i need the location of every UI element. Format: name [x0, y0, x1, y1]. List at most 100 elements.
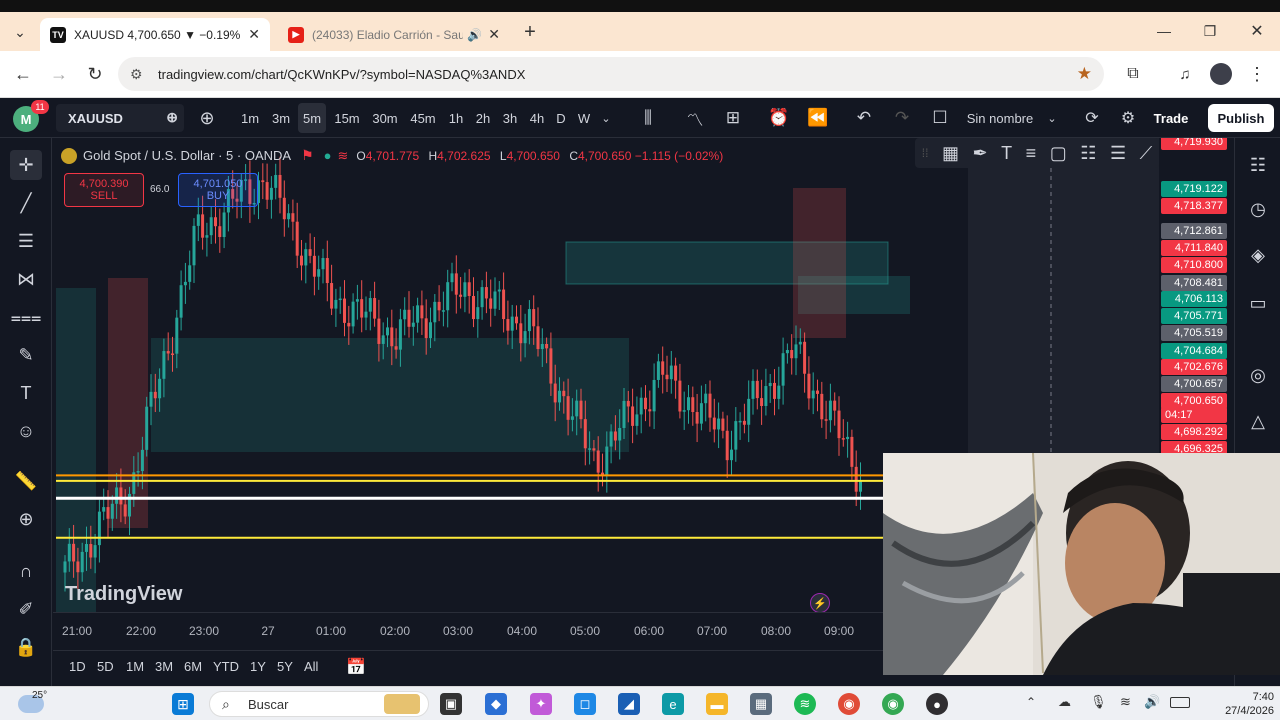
bookmark-star-icon[interactable]: ★ [1077, 64, 1092, 84]
taskbar-search[interactable]: ⌕ Buscar [209, 691, 429, 717]
watchlist-icon[interactable]: ☷ [1243, 150, 1273, 180]
forward-icon[interactable]: → [46, 61, 72, 87]
interval-1h[interactable]: 1h [446, 98, 466, 138]
range-5d[interactable]: 5D [97, 659, 114, 674]
date-range-calendar-icon[interactable]: 📅 [346, 657, 366, 677]
copilot-icon[interactable]: ✦ [530, 693, 552, 715]
interval-4h[interactable]: 4h [527, 98, 547, 138]
new-tab-button[interactable]: + [518, 20, 542, 44]
range-6m[interactable]: 6M [184, 659, 202, 674]
trade-button[interactable]: Trade [1147, 104, 1195, 132]
horizontal-lines-icon[interactable]: ☰ [10, 226, 42, 256]
interval-3h[interactable]: 3h [500, 98, 520, 138]
tab-search-chevron-icon[interactable]: ⌄ [8, 20, 32, 44]
buy-button[interactable]: 4,701.050 BUY [178, 173, 258, 207]
range-3m[interactable]: 3M [155, 659, 173, 674]
undo-icon[interactable]: ↶ [852, 98, 876, 138]
pattern-icon[interactable]: ⋈ [10, 264, 42, 294]
brush-icon[interactable]: ✎ [10, 340, 42, 370]
symbol-search[interactable]: XAUUSD ⊕ [56, 104, 184, 132]
tab-tradingview[interactable]: TV XAUUSD 4,700.650 ▼ −0.19% S ✕ [40, 18, 270, 51]
app-square-icon[interactable]: ◻ [574, 693, 596, 715]
sell-button[interactable]: 4,700.390 SELL [64, 173, 144, 207]
lock-icon[interactable]: 🔒 [10, 632, 42, 662]
interval-3m[interactable]: 3m [269, 98, 293, 138]
indicators-icon[interactable]: 〽 [683, 98, 707, 138]
extensions-icon[interactable]: ⧉ [1120, 61, 1146, 87]
rectangle-icon[interactable]: ▢ [1050, 143, 1067, 164]
zoom-in-icon[interactable]: ⊕ [10, 504, 42, 534]
lock-draw-icon[interactable]: ✐ [10, 594, 42, 624]
text-tool-icon[interactable]: T [10, 378, 42, 408]
layers-icon[interactable]: ◈ [1243, 240, 1273, 270]
tray-app-icon[interactable]: ☁ [1058, 694, 1071, 710]
list-icon[interactable]: ☷ [1080, 143, 1096, 164]
reload-icon[interactable]: ↻ [82, 61, 108, 87]
emoji-icon[interactable]: ☺ [10, 416, 42, 446]
spotify-icon[interactable]: ≋ [794, 693, 816, 715]
interval-d[interactable]: D [554, 98, 568, 138]
layout-dropdown-icon[interactable]: ⌄ [1044, 98, 1060, 138]
range-1m[interactable]: 1M [126, 659, 144, 674]
calculator-icon[interactable]: ▦ [750, 693, 772, 715]
trendline-icon[interactable]: ╱ [10, 188, 42, 218]
alert-icon[interactable]: ⏰ [767, 98, 791, 138]
taskbar-clock[interactable]: 7:40 27/4/2026 [1210, 690, 1274, 718]
browser-menu-icon[interactable]: ⋮ [1244, 61, 1270, 87]
interval-30m[interactable]: 30m [370, 98, 400, 138]
range-1y[interactable]: 1Y [250, 659, 266, 674]
alerts-clock-icon[interactable]: ◷ [1243, 194, 1273, 224]
lines-icon[interactable]: ☰ [1110, 143, 1126, 164]
range-5y[interactable]: 5Y [277, 659, 293, 674]
windows-start-icon[interactable]: ⊞ [172, 693, 194, 715]
profile-avatar-icon[interactable] [1208, 61, 1234, 87]
range-all[interactable]: All [304, 659, 318, 674]
magnet-icon[interactable]: ∩ [10, 556, 42, 586]
pen-icon[interactable]: ✒ [973, 143, 988, 164]
publish-button[interactable]: Publish [1208, 104, 1274, 132]
line-tool-icon[interactable]: ⟋ [1140, 143, 1153, 164]
wifi-icon[interactable]: ≋ [1120, 694, 1131, 710]
layout-grid-icon[interactable]: ⊞ [721, 98, 745, 138]
chrome-icon[interactable]: ◉ [838, 693, 860, 715]
minimize-icon[interactable]: — [1150, 18, 1178, 44]
file-explorer-icon[interactable]: ▬ [706, 693, 728, 715]
interval-2h[interactable]: 2h [473, 98, 493, 138]
align-icon[interactable]: ≡ [1026, 143, 1037, 164]
battery-icon[interactable] [1170, 697, 1190, 708]
text-icon[interactable]: T [1001, 143, 1012, 164]
store-icon[interactable]: ◆ [485, 693, 507, 715]
layout-name[interactable]: Sin nombre [960, 98, 1040, 138]
target-icon[interactable]: ◎ [1243, 360, 1273, 390]
drag-handle-icon[interactable]: ⁞⁞ [922, 146, 929, 160]
chat-icon[interactable]: ▭ [1243, 288, 1273, 318]
replay-icon[interactable]: ⏪ [806, 98, 830, 138]
symbol-title[interactable]: Gold Spot / U.S. Dollar · 5 · OANDA [83, 148, 291, 163]
range-1d[interactable]: 1D [69, 659, 86, 674]
interval-15m[interactable]: 15m [332, 98, 362, 138]
add-symbol-icon[interactable]: ⊕ [166, 109, 178, 126]
flag-icon[interactable]: ⚑ [301, 147, 314, 164]
microphone-icon[interactable]: 🎙 [1090, 694, 1107, 710]
task-view-icon[interactable]: ▣ [440, 693, 462, 715]
ideas-icon[interactable]: △ [1243, 406, 1273, 436]
tab-close-icon[interactable]: ✕ [488, 26, 500, 43]
compare-add-icon[interactable]: ⊕ [196, 98, 218, 138]
lightning-icon[interactable]: ⚡ [810, 593, 830, 612]
obs-icon[interactable]: ● [926, 693, 948, 715]
crosshair-icon[interactable]: ✛ [10, 150, 42, 180]
redo-icon[interactable]: ↷ [890, 98, 914, 138]
candles-type-icon[interactable]: ⫼ [636, 98, 660, 138]
layout-checkbox-icon[interactable]: ☐ [928, 98, 952, 138]
ruler-icon[interactable]: 📏 [10, 466, 42, 496]
volume-icon[interactable]: 🔊 [1144, 694, 1160, 710]
tab-youtube[interactable]: ▶ (24033) Eladio Carrión - Sau 🔊 ✕ [278, 18, 510, 51]
chrome-profile-icon[interactable]: ◉ [882, 693, 904, 715]
interval-5m[interactable]: 5m [298, 103, 326, 133]
back-icon[interactable]: ← [10, 61, 36, 87]
restore-icon[interactable]: ❐ [1196, 18, 1224, 44]
interval-1m[interactable]: 1m [238, 98, 262, 138]
fib-icon[interactable]: ⩶ [10, 302, 42, 332]
quick-search-icon[interactable]: ⟳ [1080, 98, 1104, 138]
url-field[interactable]: ⚙ tradingview.com/chart/QcKWnKPv/?symbol… [118, 57, 1104, 91]
